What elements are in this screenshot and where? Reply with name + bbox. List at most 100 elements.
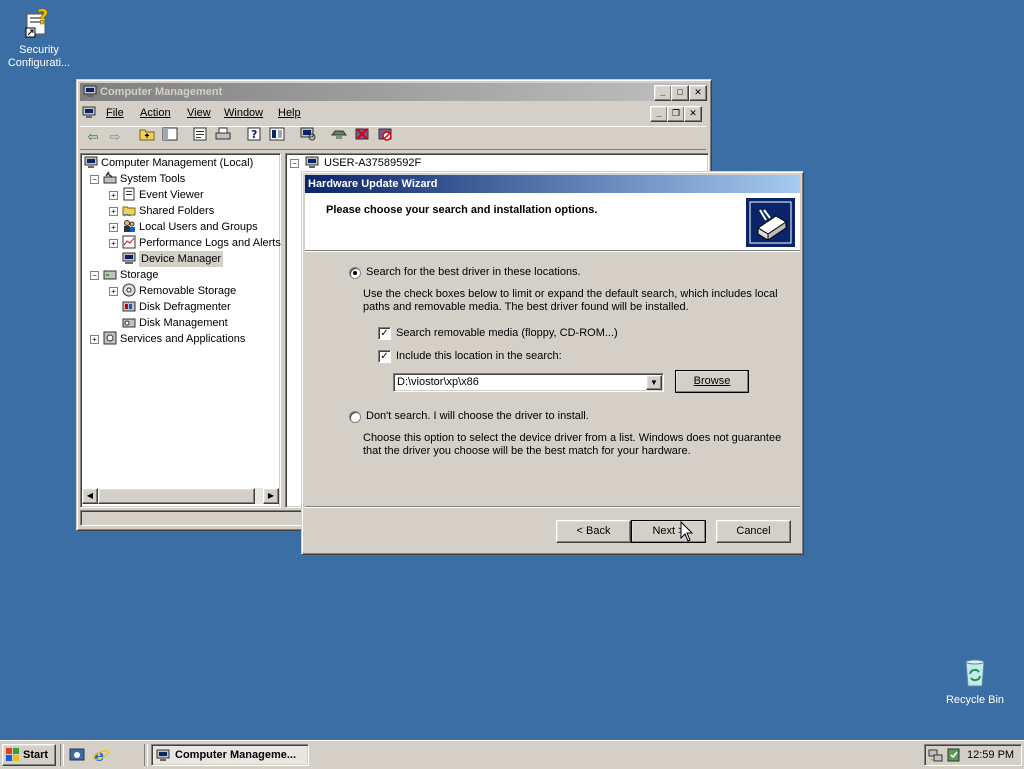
users-icon (121, 219, 137, 235)
expand-toggle[interactable]: + (109, 223, 118, 232)
properties-icon[interactable] (190, 127, 210, 147)
expand-toggle[interactable]: + (109, 207, 118, 216)
tree-item-label: Computer Management (Local) (101, 157, 254, 169)
network-icon[interactable] (928, 747, 944, 766)
mmc-menu-bar: File Action View Window Help _ ❐ ✕ (80, 104, 706, 122)
tree-item-label: Removable Storage (139, 285, 237, 297)
tree-item[interactable]: − System Tools (81, 171, 278, 187)
mmc-app-icon (83, 84, 97, 98)
forward-arrow-icon[interactable]: ⇨ (105, 127, 125, 147)
child-close-button[interactable]: ✕ (684, 106, 702, 122)
location-combobox[interactable]: D:\viostor\xp\x86 ▼ (393, 373, 664, 392)
help-icon[interactable]: ? (244, 127, 264, 147)
menu-action[interactable]: Action (134, 104, 177, 122)
chevron-down-icon[interactable]: ▼ (646, 375, 662, 390)
recycle-bin-icon (965, 659, 985, 687)
close-button[interactable]: ✕ (689, 85, 707, 101)
child-minimize-button[interactable]: _ (650, 106, 668, 122)
taskbar-computer-management[interactable]: Computer Manageme... (151, 744, 309, 766)
internet-explorer-icon[interactable]: e (92, 746, 110, 765)
include-location-label[interactable]: Include this location in the search: (396, 350, 562, 362)
computer-icon (156, 748, 170, 769)
show-desktop-icon[interactable] (68, 746, 86, 764)
console-tree-icon[interactable] (267, 127, 287, 147)
hardware-wizard-icon (746, 198, 795, 247)
disk-mgmt-icon (121, 315, 137, 331)
tree-item-label: Services and Applications (120, 333, 246, 345)
system-tray: 12:59 PM (924, 744, 1022, 766)
collapse-toggle[interactable]: − (90, 271, 99, 280)
menu-view[interactable]: View (181, 104, 217, 122)
collapse-toggle[interactable]: − (290, 159, 299, 168)
child-restore-button[interactable]: ❐ (667, 106, 685, 122)
maximize-button[interactable]: □ (671, 85, 689, 101)
tree-item[interactable]: Disk Defragmenter (81, 299, 278, 315)
up-folder-icon[interactable] (137, 127, 157, 147)
show-hide-tree-icon[interactable] (160, 127, 180, 147)
expand-toggle[interactable]: + (109, 191, 118, 200)
mmc-title-bar[interactable]: Computer Management _ □ ✕ (80, 83, 708, 101)
scroll-left-button[interactable]: ◀ (82, 488, 98, 504)
device-root-label[interactable]: USER-A37589592F (324, 155, 421, 171)
menu-help[interactable]: Help (272, 104, 307, 122)
tree-item[interactable]: Disk Management (81, 315, 278, 331)
next-button[interactable]: Next > (631, 520, 706, 543)
svg-text:?: ? (37, 5, 49, 29)
minimize-button[interactable]: _ (654, 85, 672, 101)
menu-window[interactable]: Window (218, 104, 269, 122)
mmc-title: Computer Management (100, 86, 223, 98)
tree-item-label: Disk Management (139, 317, 228, 329)
scroll-right-button[interactable]: ▶ (263, 488, 279, 504)
taskbar: Start e Computer Manageme... 12:59 PM (0, 740, 1024, 769)
event-viewer-icon (121, 187, 137, 203)
wizard-title-bar[interactable]: Hardware Update Wizard (305, 175, 800, 193)
expand-toggle[interactable]: + (90, 335, 99, 344)
dont-search-label[interactable]: Don't search. I will choose the driver t… (366, 410, 589, 422)
tree-item[interactable]: + Removable Storage (81, 283, 278, 299)
search-removable-media-checkbox[interactable]: ✓ (378, 327, 391, 340)
print-icon[interactable] (213, 127, 233, 147)
tree-item-label: Storage (120, 269, 159, 281)
start-button[interactable]: Start (2, 744, 56, 766)
scan-hardware-icon[interactable] (298, 127, 318, 147)
include-location-checkbox[interactable]: ✓ (378, 350, 391, 363)
horizontal-scrollbar[interactable]: ◀ ▶ (82, 488, 279, 504)
menu-help-label: Help (278, 107, 301, 119)
tree-item[interactable]: + Event Viewer (81, 187, 278, 203)
location-value: D:\viostor\xp\x86 (397, 376, 479, 388)
tree-item-label: Disk Defragmenter (139, 301, 231, 313)
search-removable-media-label[interactable]: Search removable media (floppy, CD-ROM..… (396, 327, 618, 339)
device-manager-icon (121, 251, 137, 267)
menu-window-label: Window (224, 107, 264, 119)
browse-label: Browse (693, 375, 731, 387)
search-best-driver-label[interactable]: Search for the best driver in these loca… (366, 266, 581, 278)
dont-search-radio[interactable] (349, 411, 361, 423)
back-button[interactable]: < Back (556, 520, 631, 543)
security-alert-icon[interactable] (946, 747, 962, 766)
uninstall-icon[interactable] (352, 127, 372, 147)
mmc-doc-icon[interactable] (82, 105, 98, 125)
wizard-header-text: Please choose your search and installati… (326, 204, 598, 216)
tree-item[interactable]: Device Manager (81, 251, 278, 267)
expand-toggle[interactable]: + (109, 239, 118, 248)
tree-item[interactable]: + Local Users and Groups (81, 219, 278, 235)
menu-file[interactable]: File (100, 104, 130, 122)
tree-item[interactable]: Computer Management (Local) (81, 155, 278, 171)
tree-item[interactable]: + Shared Folders (81, 203, 278, 219)
disable-device-icon[interactable] (375, 127, 395, 147)
cancel-button[interactable]: Cancel (716, 520, 791, 543)
desktop-icon-recycle-bin[interactable]: Recycle Bin (942, 656, 1008, 707)
console-tree-pane[interactable]: Computer Management (Local) − System Tools… (80, 153, 281, 508)
tree-item[interactable]: − Storage (81, 267, 278, 283)
scrollbar-thumb[interactable] (98, 488, 255, 504)
expand-toggle[interactable]: + (109, 287, 118, 296)
search-best-driver-radio[interactable] (349, 267, 361, 279)
desktop-icon-security-config[interactable]: ? Security Configurati... (4, 4, 74, 70)
clock[interactable]: 12:59 PM (967, 745, 1014, 765)
update-driver-icon[interactable] (329, 127, 349, 147)
collapse-toggle[interactable]: − (90, 175, 99, 184)
back-arrow-icon[interactable]: ⇦ (83, 127, 103, 147)
tree-item[interactable]: + Services and Applications (81, 331, 278, 347)
browse-button[interactable]: Browse (675, 370, 749, 393)
tree-item[interactable]: + Performance Logs and Alerts (81, 235, 281, 251)
